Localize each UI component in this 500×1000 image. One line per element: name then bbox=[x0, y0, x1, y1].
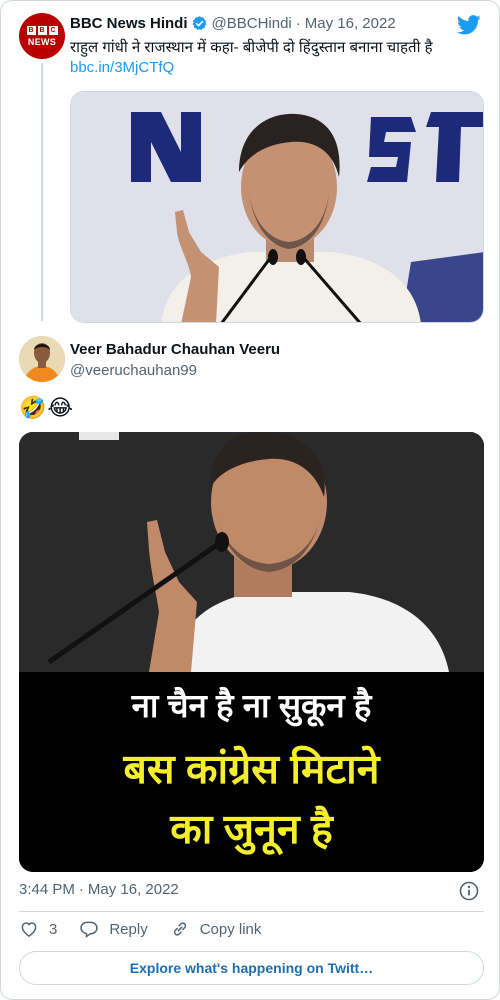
explore-button[interactable]: Explore what's happening on Twitt… bbox=[19, 951, 484, 985]
reply-button[interactable]: Reply bbox=[79, 919, 148, 939]
bbc-logo-letter: B bbox=[26, 25, 36, 35]
separator-dot: · bbox=[295, 15, 301, 32]
link-icon bbox=[173, 922, 186, 936]
parent-tweet-link[interactable]: bbc.in/3MjCTfQ bbox=[70, 59, 174, 76]
tweet-photo[interactable]: ना चैन है ना सुकून है बस कांग्रेस मिटाने… bbox=[19, 432, 484, 872]
caption-line-3: का जुनून है bbox=[170, 806, 333, 852]
avatar-photo bbox=[19, 336, 65, 382]
bbc-avatar[interactable]: B B C NEWS bbox=[19, 13, 65, 59]
bbc-logo-letter: C bbox=[48, 25, 58, 35]
tweet-timestamp[interactable]: 3:44 PM · May 16, 2022 bbox=[19, 881, 179, 898]
reply-label: Reply bbox=[109, 920, 148, 938]
speaker-photo bbox=[71, 92, 483, 322]
parent-author-name[interactable]: BBC News Hindi bbox=[70, 15, 188, 32]
like-count: 3 bbox=[49, 920, 58, 938]
author-handle[interactable]: @veeruchauhan99 bbox=[70, 362, 197, 379]
action-bar: 3 Reply Copy link bbox=[19, 919, 283, 939]
divider bbox=[19, 911, 484, 912]
separator-dot: · bbox=[78, 881, 84, 898]
embedded-tweet-card: B B C NEWS BBC News Hindi @BBCHindi · Ma… bbox=[0, 0, 500, 1000]
parent-tweet-header: BBC News Hindi @BBCHindi · May 16, 2022 bbox=[70, 15, 396, 32]
tweet-text: 🤣😂 bbox=[19, 395, 75, 420]
verified-badge-icon bbox=[192, 16, 206, 31]
copy-link-button[interactable]: Copy link bbox=[170, 919, 262, 939]
caption-line-1: ना चैन है ना सुकून है bbox=[131, 687, 372, 724]
parent-tweet-photo[interactable] bbox=[70, 91, 484, 323]
copy-link-label: Copy link bbox=[199, 920, 262, 938]
like-button[interactable]: 3 bbox=[19, 919, 57, 939]
heart-icon bbox=[21, 922, 37, 937]
bbc-logo-blocks: B B C bbox=[26, 25, 58, 35]
caption-line-2: बस कांग्रेस मिटाने bbox=[123, 746, 380, 792]
info-icon[interactable] bbox=[459, 881, 479, 901]
tweet-date: May 16, 2022 bbox=[87, 881, 179, 898]
parent-tweet-text: राहुल गांधी ने राजस्थान में कहा- बीजेपी … bbox=[70, 39, 433, 56]
parent-author-handle[interactable]: @BBCHindi bbox=[212, 15, 292, 32]
parent-tweet-date[interactable]: May 16, 2022 bbox=[305, 15, 396, 32]
author-name[interactable]: Veer Bahadur Chauhan Veeru bbox=[70, 341, 280, 358]
tweet-time: 3:44 PM bbox=[19, 881, 75, 898]
reply-bubble-icon bbox=[80, 921, 99, 938]
bbc-logo-label: NEWS bbox=[27, 36, 57, 47]
thread-line bbox=[41, 63, 43, 321]
author-avatar[interactable] bbox=[19, 336, 65, 382]
twitter-bird-icon[interactable] bbox=[457, 15, 481, 35]
bbc-logo-letter: B bbox=[37, 25, 47, 35]
